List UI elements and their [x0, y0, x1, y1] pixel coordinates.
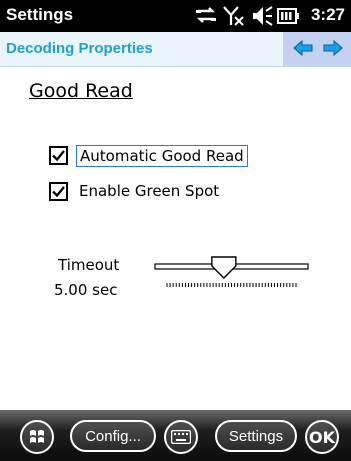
volume-icon[interactable]: [251, 4, 273, 32]
automatic-good-read-label[interactable]: Automatic Good Read: [76, 145, 248, 167]
settings-button[interactable]: Settings: [215, 420, 297, 452]
no-signal-icon[interactable]: [222, 4, 246, 32]
slider-thumb: [211, 256, 237, 279]
keyboard-icon: [171, 430, 191, 444]
slider-ticks: [166, 283, 297, 287]
enable-green-spot-label[interactable]: Enable Green Spot: [76, 181, 222, 201]
windows-start-icon: [30, 430, 44, 443]
arrow-right-icon[interactable]: [322, 37, 344, 59]
battery-icon[interactable]: [276, 4, 300, 32]
config-button[interactable]: Config...: [70, 420, 156, 452]
section-title: Good Read: [29, 80, 133, 102]
page-header: Decoding Properties: [0, 32, 351, 67]
page-title: Decoding Properties: [6, 40, 153, 57]
connection-icon[interactable]: [195, 4, 217, 32]
arrow-left-icon[interactable]: [292, 37, 314, 59]
clock: 3:27: [310, 5, 345, 24]
enable-green-spot-checkbox[interactable]: [49, 182, 68, 201]
bottom-bar: Config... Settings OK: [0, 410, 351, 461]
app-title: Settings: [6, 5, 74, 24]
status-bar: Settings 3:27: [0, 0, 351, 32]
windows-start-button[interactable]: [20, 420, 54, 454]
timeout-value: 5.00 sec: [54, 281, 118, 299]
keyboard-button[interactable]: [164, 420, 198, 454]
nav-arrows: [283, 32, 351, 66]
automatic-good-read-checkbox[interactable]: [49, 146, 68, 165]
timeout-label: Timeout: [58, 256, 120, 274]
timeout-slider[interactable]: [154, 256, 310, 290]
ok-button[interactable]: OK: [305, 420, 339, 454]
